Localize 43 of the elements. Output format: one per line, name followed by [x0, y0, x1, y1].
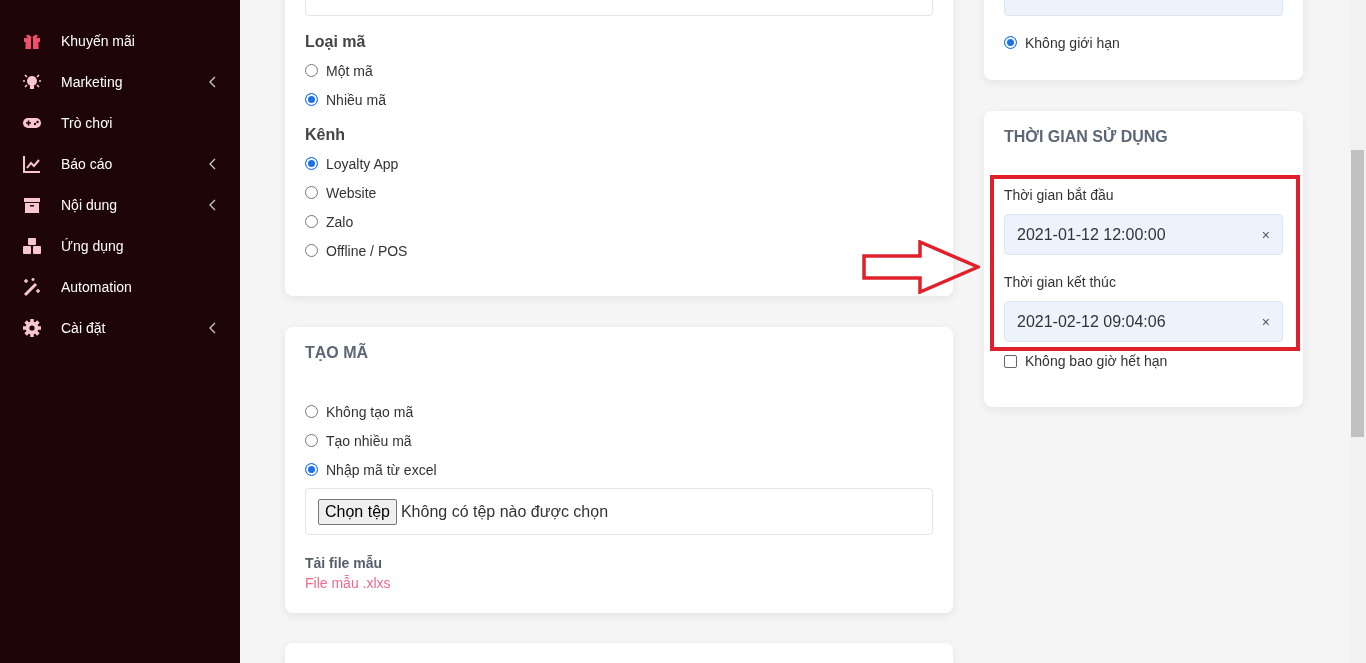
date-field[interactable]: 2021-02-12 09:04:06 ×: [1004, 301, 1283, 342]
sidebar-item[interactable]: Automation: [0, 266, 240, 307]
radio-button[interactable]: [305, 463, 318, 476]
radio-label: Website: [326, 184, 377, 201]
radio-label: Nhiều mã: [326, 91, 386, 108]
magic-wand-icon: [22, 276, 42, 297]
field-label: Tải file mẫu: [305, 554, 384, 573]
card-title: THỜI GIAN SỬ DỤNG: [1004, 127, 1169, 147]
sidebar-item[interactable]: Báo cáo: [0, 143, 240, 184]
sidebar-item[interactable]: Marketing: [0, 61, 240, 102]
line-chart-icon: [22, 153, 42, 174]
field-label: Loại mã: [305, 32, 367, 52]
sidebar-item[interactable]: Ứng dụng: [0, 225, 240, 266]
choose-file-button[interactable]: Chọn tệp: [318, 498, 397, 525]
radio-label: Tạo nhiều mã: [326, 432, 412, 449]
lightbulb-icon: [22, 71, 42, 92]
sidebar-item[interactable]: Khuyến mãi: [0, 20, 240, 61]
clear-button[interactable]: ×: [1261, 226, 1270, 243]
settings-icon: [22, 317, 42, 338]
radio-button[interactable]: [305, 157, 318, 170]
radio-label: Zalo: [326, 213, 354, 230]
sidebar-item[interactable]: Trò chơi: [0, 102, 240, 143]
radio-label: Nhập mã từ excel: [326, 461, 437, 478]
cubes-icon: [22, 235, 42, 256]
radio-label: Không giới hạn: [1025, 34, 1120, 51]
radio-label: Một mã: [326, 62, 373, 79]
radio-label: Offline / POS: [326, 242, 408, 259]
radio-label: Không tạo mã: [326, 403, 414, 420]
clear-button[interactable]: ×: [1261, 313, 1270, 330]
sidebar-item[interactable]: Nội dung: [0, 184, 240, 225]
field-label: Thời gian kết thúc: [1004, 273, 1117, 292]
field-label: Thời gian bắt đầu: [1004, 186, 1115, 205]
scrollbar[interactable]: [1350, 0, 1366, 663]
sidebar-item[interactable]: Cài đặt: [0, 307, 240, 348]
checkbox[interactable]: [1004, 354, 1017, 368]
radio-button[interactable]: [1004, 36, 1017, 49]
card-title: TẠO MÃ: [305, 343, 370, 363]
field-label: Kênh: [305, 125, 346, 145]
file-input[interactable]: Chọn tệp Không có tệp nào được chọn: [305, 488, 933, 535]
radio-button[interactable]: [305, 93, 318, 106]
checkbox-label: Không bao giờ hết hạn: [1025, 353, 1168, 369]
date-field[interactable]: 2021-01-12 12:00:00 ×: [1004, 214, 1283, 255]
radio-label: Loyalty App: [326, 155, 399, 172]
